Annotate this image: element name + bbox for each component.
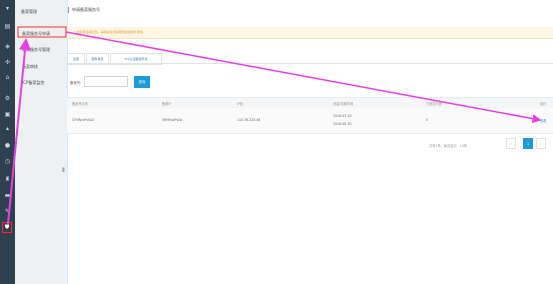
cell-ip: VRhRpxPvSa (162, 118, 183, 122)
secondary-menu: 备案管理 备案服务号申请 备案服务号管理 备案审核 ICP备案监控 (15, 0, 68, 284)
server-icon[interactable]: ▬ (3, 191, 12, 200)
cell-created: 2016-03-29 (333, 114, 352, 118)
home-icon[interactable]: ⌂ (3, 73, 12, 82)
pager-prev[interactable]: ‹ (506, 138, 516, 149)
cell-days: 0 (426, 118, 429, 122)
shield-active-icon[interactable]: ⛊ (2, 222, 12, 233)
header-divider (68, 7, 69, 13)
search-input[interactable] (84, 76, 128, 87)
notice-text: * 如您有任何问题，请联系在线客服或发送邮件咨询。 (74, 30, 146, 34)
user-icon[interactable]: ● (3, 141, 12, 150)
search-label: 备案号: (70, 81, 82, 85)
th-name: 备案号名称 (72, 102, 88, 106)
shield-icon[interactable]: ◈ (3, 42, 12, 51)
submenu-item-apply[interactable]: 备案服务号申请 (22, 31, 50, 37)
submenu-item-monitor[interactable]: ICP备案监控 (22, 80, 44, 86)
th-ip: 备案IP (162, 102, 172, 106)
submenu-item-manage[interactable]: 备案服务号管理 (22, 47, 50, 53)
tab-underline (67, 63, 553, 64)
submenu-title: 备案管理 (21, 9, 37, 14)
settings-icon[interactable]: ⚙ (3, 94, 12, 103)
lock-icon[interactable]: ♜ (3, 175, 12, 184)
th-action: 操作 (540, 102, 547, 106)
up-icon[interactable]: ▴ (3, 124, 12, 133)
cell-range: 110.76.225.48 (237, 118, 261, 122)
pager-next[interactable]: › (536, 138, 546, 149)
th-time: 创建/到期时间 (333, 102, 354, 106)
clock-icon[interactable]: ◷ (3, 157, 12, 166)
dashboard-icon[interactable]: ▤ (3, 22, 12, 31)
th-days: 已使用天数 (426, 102, 442, 106)
submenu-item-audit[interactable]: 备案审核 (22, 64, 38, 70)
icon-rail: ▾ ▤ ◈ ✣ ⌂ ⚙ ▣ ▴ ● ◷ ♜ ▬ ✎ ⛊ (0, 0, 15, 284)
pager-summary: 共有1条，每页显示：10条 (429, 144, 467, 148)
annotation-overlay (7, 26, 542, 225)
view-link[interactable]: 查看 (540, 118, 546, 123)
menu-icon[interactable]: ▾ (3, 4, 12, 13)
collapse-menu-icon[interactable]: ⦀ (62, 167, 68, 176)
cell-name: CFhRpxPvSaZ (72, 118, 95, 122)
cell-expires: 2016-06-30 (333, 122, 352, 126)
th-range: IP段 (237, 102, 244, 106)
page-title: 申请备案服务号 (72, 7, 100, 12)
pager-current[interactable]: 1 (523, 138, 533, 149)
search-button[interactable]: 查询 (134, 76, 150, 88)
notice-bar: * 如您有任何问题，请联系在线客服或发送邮件咨询。 (67, 27, 553, 39)
arrows-icon[interactable]: ✣ (3, 58, 12, 67)
pen-icon[interactable]: ✎ (3, 207, 12, 216)
table-row (67, 108, 553, 134)
document-icon[interactable]: ▣ (3, 110, 12, 119)
